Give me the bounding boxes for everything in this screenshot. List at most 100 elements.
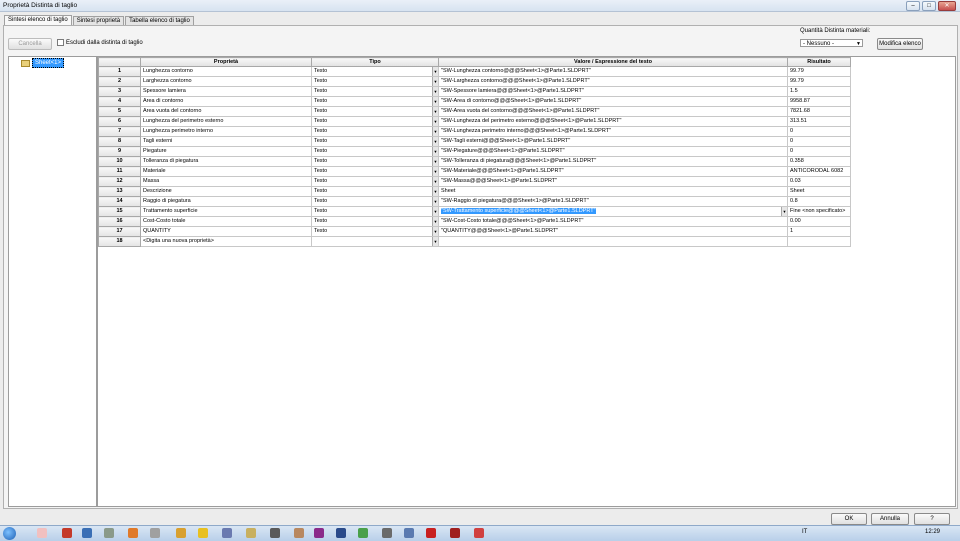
tree-item-sheet[interactable]: Sheet<1> [21,58,65,68]
row-number[interactable]: 13 [98,186,141,197]
close-button[interactable]: ✕ [938,1,956,11]
type-cell[interactable]: Testo ▼ [311,176,439,187]
type-cell[interactable]: Testo ▼ [311,86,439,97]
app-icon[interactable] [404,528,414,538]
type-cell[interactable]: Testo ▼ [311,216,439,227]
chevron-down-icon[interactable]: ▼ [432,217,438,226]
chevron-down-icon[interactable]: ▼ [781,207,787,216]
app-icon[interactable] [314,528,324,538]
app-icon[interactable] [336,528,346,538]
property-cell[interactable]: Tagli esterni [140,136,312,147]
property-cell[interactable]: Spessore lamiera [140,86,312,97]
value-cell[interactable]: "SW-Larghezza contorno@@@Sheet<1>@Parte1… [438,76,788,87]
col-header-result[interactable]: Risultato [787,57,851,67]
type-cell[interactable]: Testo ▼ [311,186,439,197]
chevron-down-icon[interactable]: ▼ [432,97,438,106]
col-header-property[interactable]: Proprietà [140,57,312,67]
type-cell[interactable]: Testo ▼ [311,136,439,147]
chevron-down-icon[interactable]: ▼ [432,207,438,216]
app-icon[interactable] [270,528,280,538]
chevron-down-icon[interactable]: ▼ [432,67,438,76]
chevron-down-icon[interactable]: ▼ [432,167,438,176]
row-number[interactable]: 17 [98,226,141,237]
property-cell[interactable]: Cost-Costo totale [140,216,312,227]
row-number[interactable]: 8 [98,136,141,147]
value-cell[interactable]: "SW-Materiale@@@Sheet<1>@Parte1.SLDPRT" [438,166,788,177]
type-cell[interactable]: Testo ▼ [311,166,439,177]
value-cell[interactable]: "SW-Massa@@@Sheet<1>@Parte1.SLDPRT" [438,176,788,187]
property-cell[interactable]: Descrizione [140,186,312,197]
value-cell[interactable]: "SW-Piegature@@@Sheet<1>@Parte1.SLDPRT" [438,146,788,157]
chevron-down-icon[interactable]: ▼ [432,117,438,126]
language-indicator[interactable]: IT [802,529,807,535]
exclude-checkbox-row[interactable]: Escludi dalla distinta di taglio [57,39,143,46]
value-cell[interactable]: "SW-Spessore lamiera@@@Sheet<1>@Parte1.S… [438,86,788,97]
row-number[interactable]: 14 [98,196,141,207]
property-cell[interactable]: Lunghezza perimetro interno [140,126,312,137]
exclude-checkbox[interactable] [57,39,64,46]
type-cell[interactable]: Testo ▼ [311,146,439,157]
chevron-down-icon[interactable]: ▼ [432,177,438,186]
col-header-value[interactable]: Valore / Espressione del testo [438,57,788,67]
type-cell[interactable]: ▼ [311,236,439,247]
chevron-down-icon[interactable]: ▼ [432,227,438,236]
row-number[interactable]: 12 [98,176,141,187]
type-cell[interactable]: Testo ▼ [311,106,439,117]
value-cell[interactable]: "SW-Trattamento superficie@@@Sheet<1>@Pa… [438,206,788,217]
value-cell[interactable]: "QUANTITY@@@Sheet<1>@Parte1.SLDPRT" [438,226,788,237]
table-row[interactable]: 8 Tagli esterni Testo ▼ "SW-Tagli esterni@@@… [98,136,851,147]
chevron-down-icon[interactable]: ▼ [432,187,438,196]
app-icon[interactable] [176,528,186,538]
table-row[interactable]: 11 Materiale Testo ▼ "SW-Materiale@@@Sheet<1… [98,166,851,177]
type-cell[interactable]: Testo ▼ [311,156,439,167]
value-cell[interactable]: "SW-Lunghezza del perimetro esterno@@@Sh… [438,116,788,127]
clock[interactable]: 12:29 [925,529,940,535]
table-row[interactable]: 7 Lunghezza perimetro interno Testo ▼ "SW-Lu… [98,126,851,137]
row-number[interactable]: 3 [98,86,141,97]
app-icon[interactable] [82,528,92,538]
type-cell[interactable]: Testo ▼ [311,66,439,77]
value-cell[interactable]: Sheet [438,186,788,197]
row-number[interactable]: 1 [98,66,141,77]
table-row[interactable]: 13 Descrizione Testo ▼ Sheet Sheet [98,186,851,197]
chevron-down-icon[interactable]: ▼ [432,237,438,246]
table-row[interactable]: 17 QUANTITY Testo ▼ "QUANTITY@@@Sheet<1>@Par… [98,226,851,237]
minimize-button[interactable]: – [906,1,920,11]
table-row[interactable]: 6 Lunghezza del perimetro esterno Testo ▼ "S… [98,116,851,127]
table-row[interactable]: 4 Area di contorno Testo ▼ "SW-Area di conto… [98,96,851,107]
app-icon[interactable] [37,528,47,538]
table-row[interactable]: 5 Area vuota del contorno Testo ▼ "SW-Area v… [98,106,851,117]
table-row[interactable]: 14 Raggio di piegatura Testo ▼ "SW-Raggio di… [98,196,851,207]
property-cell[interactable]: Area vuota del contorno [140,106,312,117]
cancel-button[interactable]: Cancella [8,38,52,50]
row-number[interactable]: 7 [98,126,141,137]
table-row[interactable]: 1 Lunghezza contorno Testo ▼ "SW-Lunghezza c… [98,66,851,77]
chevron-down-icon[interactable]: ▼ [432,87,438,96]
row-number[interactable]: 16 [98,216,141,227]
value-cell[interactable]: "SW-Lunghezza perimetro interno@@@Sheet<… [438,126,788,137]
row-number[interactable]: 2 [98,76,141,87]
app-icon[interactable] [294,528,304,538]
value-cell[interactable]: "SW-Lunghezza contorno@@@Sheet<1>@Parte1… [438,66,788,77]
value-cell[interactable]: "SW-Area di contorno@@@Sheet<1>@Parte1.S… [438,96,788,107]
help-button[interactable]: ? [914,513,950,525]
type-cell[interactable]: Testo ▼ [311,206,439,217]
property-cell[interactable]: Materiale [140,166,312,177]
table-row[interactable]: 10 Tolleranza di piegatura Testo ▼ "SW-Tolle… [98,156,851,167]
app-icon[interactable] [198,528,208,538]
app-icon[interactable] [104,528,114,538]
chevron-down-icon[interactable]: ▼ [432,107,438,116]
ok-button[interactable]: OK [831,513,867,525]
qty-select[interactable]: - Nessuno - ▼ [800,39,863,47]
property-cell[interactable]: Lunghezza contorno [140,66,312,77]
app-icon[interactable] [246,528,256,538]
table-row[interactable]: 12 Massa Testo ▼ "SW-Massa@@@Sheet<1>@Parte1… [98,176,851,187]
value-cell[interactable]: "SW-Tolleranza di piegatura@@@Sheet<1>@P… [438,156,788,167]
type-cell[interactable]: Testo ▼ [311,126,439,137]
chevron-down-icon[interactable]: ▼ [432,157,438,166]
chevron-down-icon[interactable]: ▼ [432,197,438,206]
table-row[interactable]: 3 Spessore lamiera Testo ▼ "SW-Spessore lami… [98,86,851,97]
type-cell[interactable]: Testo ▼ [311,76,439,87]
property-cell[interactable]: Area di contorno [140,96,312,107]
app-icon[interactable] [382,528,392,538]
